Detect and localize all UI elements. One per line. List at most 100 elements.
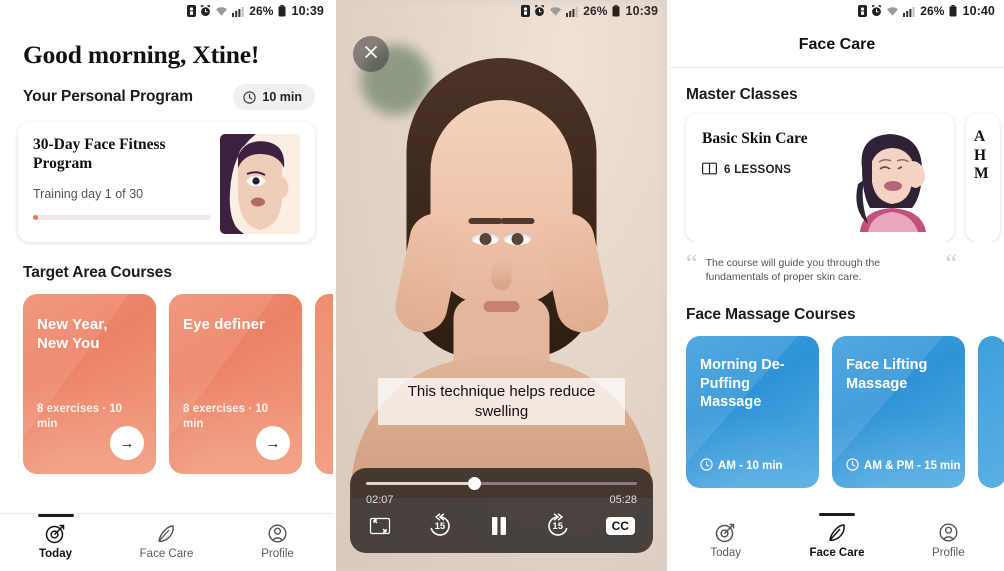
tab-today[interactable]: Today xyxy=(670,522,781,559)
duration-pill-label: 10 min xyxy=(262,90,302,104)
clock-left: 10:39 xyxy=(291,4,324,18)
tab-label: Today xyxy=(38,548,72,560)
master-class-card-peek[interactable]: A H M xyxy=(966,114,1001,242)
app-bar-title: Face Care xyxy=(670,22,1004,68)
massage-courses-carousel[interactable]: Morning De-Puffing Massage AM - 10 min F… xyxy=(670,324,1004,489)
target-courses-carousel[interactable]: New Year, New You 8 exercises · 10 min →… xyxy=(0,282,333,474)
master-class-card-basic-skin-care[interactable]: Basic Skin Care 6 LESSONS xyxy=(686,114,955,242)
video-controls[interactable]: 02:07 05:28 15 15 CC xyxy=(350,468,654,553)
master-classes-carousel[interactable]: Basic Skin Care 6 LESSONS A H M xyxy=(670,104,1004,242)
massage-course-title: Face Lifting Massage xyxy=(846,357,928,392)
master-class-description: “ The course will guide you through the … xyxy=(670,242,957,284)
tab-today[interactable]: Today xyxy=(0,514,111,560)
master-class-illustration xyxy=(842,124,945,232)
fullscreen-button[interactable] xyxy=(368,514,392,538)
tab-profile[interactable]: Profile xyxy=(893,522,1004,559)
massage-card-peek[interactable] xyxy=(978,336,1004,489)
current-time: 02:07 xyxy=(366,494,394,506)
tab-label: Profile xyxy=(932,547,965,559)
personal-program-row: Your Personal Program 10 min xyxy=(0,70,333,110)
master-classes-heading: Master Classes xyxy=(686,86,798,103)
greeting-heading: Good morning, Xtine! xyxy=(23,40,260,69)
program-progress-fill xyxy=(33,214,39,220)
massage-course-meta-row: AM & PM - 15 min xyxy=(846,458,961,474)
card-facet xyxy=(832,397,966,489)
program-illustration xyxy=(220,134,300,234)
rewind-15-button[interactable]: 15 xyxy=(426,512,454,540)
massage-course-title: Morning De-Puffing Massage xyxy=(700,357,785,410)
seek-bar[interactable] xyxy=(366,477,638,490)
time-row: 02:07 05:28 xyxy=(366,494,637,506)
course-title: Eye definer xyxy=(183,316,265,333)
playback-controls: 15 15 CC xyxy=(366,512,637,540)
phone-screen-video-player: 26% 10:39 This technique helps reduce sw… xyxy=(336,0,668,571)
target-icon xyxy=(45,523,66,544)
duration-pill[interactable]: 10 min xyxy=(233,84,315,110)
status-bar-right: 26% 10:40 xyxy=(670,0,1004,22)
forward-15-button[interactable]: 15 xyxy=(544,512,572,540)
tab-label: Face Care xyxy=(809,547,865,559)
feather-icon xyxy=(156,523,177,544)
tab-label: Today xyxy=(710,547,742,559)
eyebrow-left xyxy=(468,218,503,224)
program-card[interactable]: 30-Day Face Fitness Program Training day… xyxy=(18,122,315,242)
pause-button[interactable] xyxy=(488,514,510,538)
close-button[interactable] xyxy=(353,36,389,72)
course-arrow-button[interactable]: → xyxy=(110,426,144,460)
course-title: New Year, New You xyxy=(37,316,108,352)
bottom-tab-bar-left: Today Face Care Profile xyxy=(0,513,333,571)
course-card-peek[interactable] xyxy=(315,294,333,474)
phone-screen-face-care: 26% 10:40 Face Care Master Classes Basic… xyxy=(670,0,1004,571)
program-card-subtitle: Training day 1 of 30 xyxy=(33,186,144,201)
clock-mid: 10:39 xyxy=(625,4,659,18)
tab-profile[interactable]: Profile xyxy=(222,523,333,560)
iris-left xyxy=(479,233,492,245)
wifi-icon xyxy=(549,6,562,17)
wifi-icon xyxy=(215,6,228,17)
video-caption: This technique helps reduce swelling xyxy=(378,378,626,425)
tab-label: Profile xyxy=(261,548,294,560)
course-arrow-button[interactable]: → xyxy=(256,426,290,460)
status-bar-mid: 26% 10:39 xyxy=(336,0,667,22)
clock-icon xyxy=(243,90,257,104)
massage-card-face-lifting[interactable]: Face Lifting Massage AM & PM - 15 min xyxy=(832,336,966,489)
captions-button[interactable]: CC xyxy=(605,517,635,535)
massage-card-morning-de-puffing[interactable]: Morning De-Puffing Massage AM - 10 min xyxy=(686,336,820,489)
signal-icon xyxy=(566,6,578,17)
signal-icon xyxy=(903,6,915,17)
master-class-description-text: The course will guide you through the fu… xyxy=(705,257,881,284)
tab-label: Face Care xyxy=(139,548,194,560)
battery-percent-left: 26% xyxy=(249,4,274,18)
close-icon xyxy=(363,44,379,65)
clock-right: 10:40 xyxy=(962,4,995,18)
signal-icon xyxy=(232,6,244,17)
forward-seconds: 15 xyxy=(552,521,563,532)
vibrate-icon xyxy=(521,5,531,17)
battery-icon xyxy=(949,5,957,17)
course-card-new-year[interactable]: New Year, New You 8 exercises · 10 min → xyxy=(23,294,156,474)
total-time: 05:28 xyxy=(609,494,638,506)
person-circle-icon xyxy=(267,523,288,544)
master-class-description-row: “ The course will guide you through the … xyxy=(670,242,1004,284)
master-class-lessons: 6 LESSONS xyxy=(724,163,792,176)
tab-face-care[interactable]: Face Care xyxy=(111,523,222,560)
quote-icon-peek: “ xyxy=(945,249,958,278)
seek-fill xyxy=(366,482,475,485)
battery-icon xyxy=(612,5,620,17)
book-icon xyxy=(702,162,718,178)
phone-screen-today: 26% 10:39 Good morning, Xtine! Your Pers… xyxy=(0,0,333,571)
battery-percent-right: 26% xyxy=(920,4,945,18)
mouth xyxy=(483,301,520,312)
rewind-seconds: 15 xyxy=(434,521,446,532)
tab-face-care[interactable]: Face Care xyxy=(781,513,892,559)
seek-handle[interactable] xyxy=(468,477,482,490)
feather-icon xyxy=(827,522,848,543)
program-progress-bar xyxy=(33,214,211,220)
clock-icon xyxy=(700,458,713,474)
target-icon xyxy=(715,522,736,543)
bottom-tab-bar-right: Today Face Care Profile xyxy=(670,513,1004,571)
nose xyxy=(491,260,512,290)
course-card-eye-definer[interactable]: Eye definer 8 exercises · 10 min → xyxy=(169,294,302,474)
program-card-title: 30-Day Face Fitness Program xyxy=(33,136,166,172)
iris-right xyxy=(511,233,524,245)
